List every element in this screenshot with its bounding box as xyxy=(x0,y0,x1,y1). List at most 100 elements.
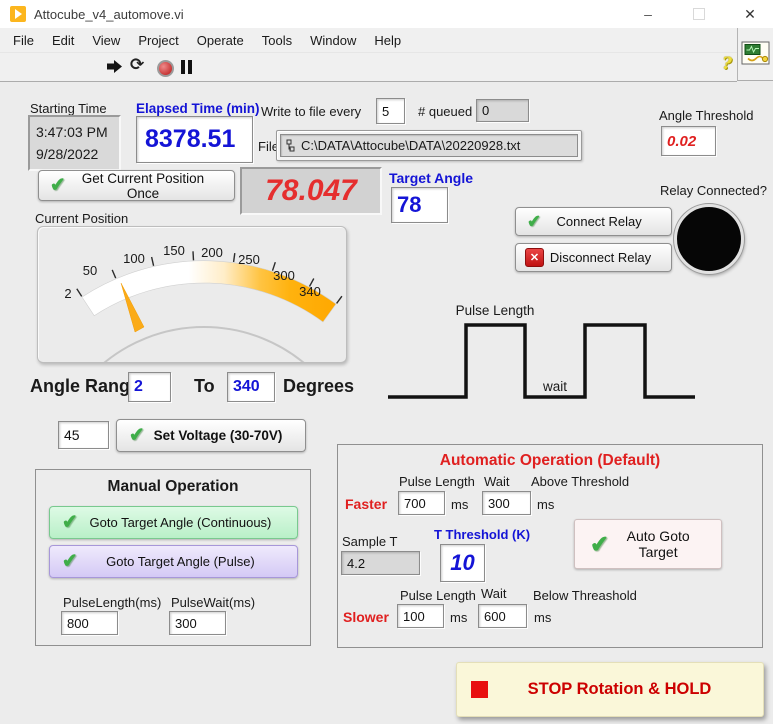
x-icon: ✕ xyxy=(525,248,544,267)
menu-file[interactable]: File xyxy=(4,33,43,48)
stop-square-icon xyxy=(471,681,488,698)
gauge-drawing: 2 50 100 150 200 250 300 340 xyxy=(38,227,346,362)
pulselength-field[interactable]: 800 xyxy=(61,611,118,635)
pulse-waveform: Pulse Length wait xyxy=(373,298,703,406)
starting-time-display: 3:47:03 PM 9/28/2022 xyxy=(28,115,121,171)
connect-relay-label: Connect Relay xyxy=(541,214,671,229)
faster-pulse-length-label: Pulse Length xyxy=(399,474,475,489)
minimize-button[interactable]: – xyxy=(631,0,665,28)
disconnect-relay-button[interactable]: ✕ Disconnect Relay xyxy=(515,243,672,272)
t-threshold-field[interactable]: 10 xyxy=(440,544,485,582)
elapsed-time-label: Elapsed Time (min) xyxy=(136,101,260,116)
slower-ms1: ms xyxy=(450,610,467,625)
run-icon[interactable] xyxy=(105,59,123,74)
faster-label: Faster xyxy=(345,496,387,512)
angle-threshold-label: Angle Threshold xyxy=(659,108,753,123)
check-icon: ✔ xyxy=(526,211,542,232)
close-button[interactable]: ✕ xyxy=(733,0,767,28)
queued-display: 0 xyxy=(476,99,529,122)
elapsed-time-value: 8378.51 xyxy=(142,125,235,154)
write-every-label: Write to file every xyxy=(261,104,361,119)
automatic-title: Automatic Operation (Default) xyxy=(338,452,762,470)
current-position-display: 78.047 xyxy=(240,167,382,215)
pulse-length-label: Pulse Length xyxy=(456,303,535,318)
automatic-operation-panel: Automatic Operation (Default) Pulse Leng… xyxy=(337,444,763,648)
svg-text:300: 300 xyxy=(273,268,295,283)
relay-led-indicator xyxy=(674,204,744,274)
starting-time-value-line2: 9/28/2022 xyxy=(36,144,119,166)
svg-text:200: 200 xyxy=(201,245,223,260)
elapsed-time-display: 8378.51 xyxy=(136,116,253,163)
title-bar: Attocube_v4_automove.vi – ✕ xyxy=(0,0,773,29)
goto-pulse-button[interactable]: ✔ Goto Target Angle (Pulse) xyxy=(49,545,298,578)
relay-connected-label: Relay Connected? xyxy=(660,183,767,198)
angle-range-to-field[interactable]: 340 xyxy=(227,372,275,402)
check-icon: ✔ xyxy=(589,530,610,558)
pulselength-label: PulseLength(ms) xyxy=(63,595,161,610)
pulsewait-field[interactable]: 300 xyxy=(169,611,226,635)
menu-project[interactable]: Project xyxy=(129,33,187,48)
labview-icon xyxy=(10,6,26,22)
get-position-button[interactable]: ✔ Get Current Position Once xyxy=(38,170,235,201)
gauge-label: Current Position xyxy=(35,211,128,226)
faster-wait-field[interactable]: 300 xyxy=(482,491,531,515)
manual-title: Manual Operation xyxy=(36,478,310,496)
menu-edit[interactable]: Edit xyxy=(43,33,83,48)
goto-continuous-button[interactable]: ✔ Goto Target Angle (Continuous) xyxy=(49,506,298,539)
t-threshold-value: 10 xyxy=(450,550,474,576)
set-voltage-button[interactable]: ✔ Set Voltage (30-70V) xyxy=(116,419,306,452)
current-position-value: 78.047 xyxy=(265,174,357,208)
faster-ms2: ms xyxy=(537,497,554,512)
faster-wait-label: Wait xyxy=(484,474,510,489)
slower-wait-label: Wait xyxy=(481,586,507,601)
write-every-field[interactable]: 5 xyxy=(376,98,405,124)
voltage-field[interactable]: 45 xyxy=(58,421,109,449)
file-path-control[interactable]: C:\DATA\Attocube\DATA\20220928.txt xyxy=(276,130,582,161)
check-icon: ✔ xyxy=(49,173,66,197)
target-angle-field[interactable]: 78 xyxy=(391,187,448,223)
faster-pulse-length-field[interactable]: 700 xyxy=(398,491,445,515)
menu-window[interactable]: Window xyxy=(301,33,365,48)
starting-time-label: Starting Time xyxy=(30,101,107,116)
menu-help[interactable]: Help xyxy=(365,33,410,48)
slower-wait-field[interactable]: 600 xyxy=(478,604,527,628)
connect-relay-button[interactable]: ✔ Connect Relay xyxy=(515,207,672,236)
maximize-button[interactable] xyxy=(682,0,716,28)
stop-rotation-button[interactable]: STOP Rotation & HOLD xyxy=(456,662,764,717)
run-continuous-icon[interactable]: ⟳ xyxy=(130,55,144,75)
auto-goto-button[interactable]: ✔ Auto Goto Target xyxy=(574,519,722,569)
menu-view[interactable]: View xyxy=(83,33,129,48)
pause-icon[interactable] xyxy=(181,60,192,74)
menu-operate[interactable]: Operate xyxy=(188,33,253,48)
angle-threshold-field[interactable]: 0.02 xyxy=(661,126,716,156)
check-icon: ✔ xyxy=(61,510,78,534)
queued-label: # queued xyxy=(418,104,472,119)
gauge-band xyxy=(82,261,336,322)
starting-time-value-line1: 3:47:03 PM xyxy=(36,122,119,144)
path-type-icon xyxy=(286,139,296,153)
abort-icon[interactable] xyxy=(157,60,174,77)
get-position-label: Get Current Position Once xyxy=(66,171,234,201)
svg-text:340: 340 xyxy=(299,284,321,299)
sample-t-display: 4.2 xyxy=(341,551,420,575)
angle-range-unit: Degrees xyxy=(283,376,354,397)
goto-continuous-label: Goto Target Angle (Continuous) xyxy=(78,515,297,530)
slower-pulse-length-field[interactable]: 100 xyxy=(397,604,444,628)
menu-tools[interactable]: Tools xyxy=(253,33,301,48)
context-help-icon[interactable]: ? xyxy=(722,54,732,74)
angle-range-from-field[interactable]: 2 xyxy=(128,372,171,402)
svg-text:50: 50 xyxy=(83,263,97,278)
sample-t-label: Sample T xyxy=(342,534,397,549)
svg-text:100: 100 xyxy=(123,251,145,266)
pulsewait-label: PulseWait(ms) xyxy=(171,595,255,610)
svg-text:250: 250 xyxy=(238,252,260,267)
above-threshold-label: Above Threshold xyxy=(531,474,629,489)
angle-range-to-value: 340 xyxy=(233,378,260,396)
set-voltage-label: Set Voltage (30-70V) xyxy=(145,428,305,443)
slower-ms2: ms xyxy=(534,610,551,625)
vi-connector-box xyxy=(737,28,773,81)
below-threshold-label: Below Threashold xyxy=(533,588,637,603)
angle-range-from-value: 2 xyxy=(134,378,143,396)
angle-threshold-value: 0.02 xyxy=(667,133,696,150)
disconnect-relay-label: Disconnect Relay xyxy=(544,250,671,265)
